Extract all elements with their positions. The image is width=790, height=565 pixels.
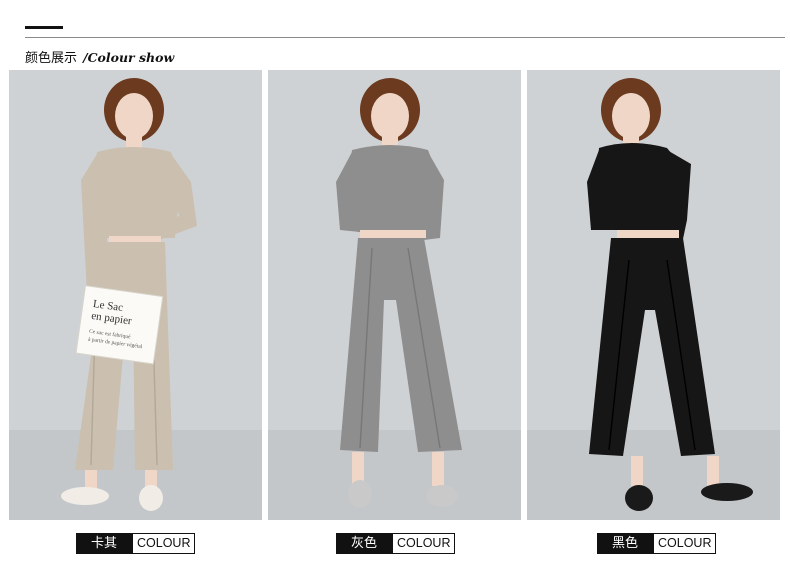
- face: [115, 93, 153, 139]
- section-title-en: /Colour show: [83, 50, 175, 65]
- colour-label-black: 黑色 COLOUR: [597, 533, 717, 554]
- midriff: [360, 230, 426, 238]
- model-illustration: [527, 70, 780, 520]
- right-shoe: [701, 483, 753, 501]
- left-shoe: [61, 487, 109, 505]
- colour-name-cn: 卡其: [76, 533, 132, 554]
- product-photo-grey: [268, 70, 521, 520]
- photo-floor: [268, 430, 521, 520]
- right-ankle: [432, 452, 444, 486]
- section-heading: 颜色展示/Colour show: [25, 47, 174, 66]
- colour-name-cn: 黑色: [597, 533, 653, 554]
- product-photo-black: [527, 70, 780, 520]
- midriff: [617, 230, 679, 238]
- right-shoe: [139, 485, 163, 511]
- colour-name-cn: 灰色: [336, 533, 392, 554]
- colour-tag-en: COLOUR: [132, 533, 196, 554]
- right-shoe: [426, 485, 458, 507]
- colour-label-khaki: 卡其 COLOUR: [76, 533, 196, 554]
- section-title-cn: 颜色展示: [25, 51, 78, 66]
- colour-label-grey: 灰色 COLOUR: [336, 533, 456, 554]
- left-ankle: [631, 456, 643, 486]
- colour-tag-en: COLOUR: [653, 533, 717, 554]
- face: [371, 93, 409, 139]
- section-divider: [25, 37, 785, 38]
- midriff: [109, 236, 161, 242]
- photo-floor: [527, 430, 780, 520]
- product-photo-khaki: Le Sac en papier Ce sac est fabriqué à p…: [9, 70, 262, 520]
- face: [612, 93, 650, 139]
- right-ankle: [707, 456, 719, 486]
- left-shoe: [348, 480, 372, 508]
- left-shoe: [625, 485, 653, 511]
- model-illustration: Le Sac en papier Ce sac est fabriqué à p…: [9, 70, 262, 520]
- paper-bag: Le Sac en papier Ce sac est fabriqué à p…: [75, 285, 164, 365]
- section-accent-bar: [25, 26, 63, 29]
- colour-tag-en: COLOUR: [392, 533, 456, 554]
- left-ankle: [85, 470, 97, 490]
- model-illustration: [268, 70, 521, 520]
